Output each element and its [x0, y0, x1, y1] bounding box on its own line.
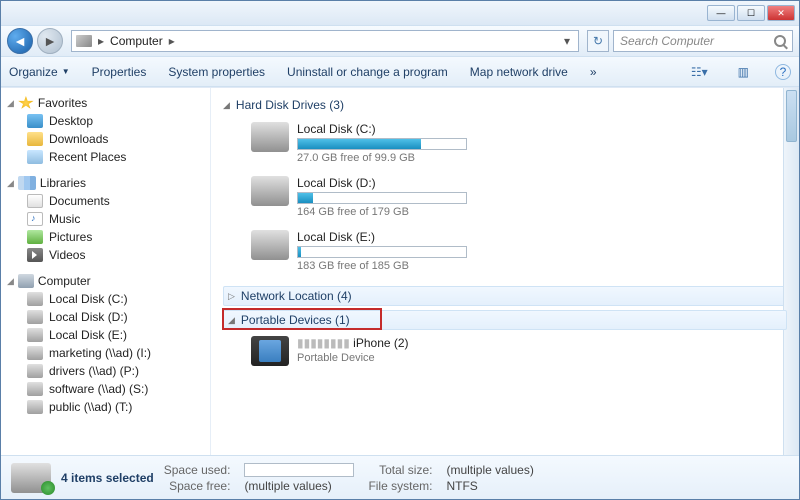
device-icon: [251, 336, 289, 366]
sidebar-item-net-p[interactable]: drivers (\\ad) (P:): [1, 362, 210, 380]
space-used-value: [244, 463, 354, 477]
sidebar-item-desktop[interactable]: Desktop: [1, 112, 210, 130]
network-disk-icon: [27, 382, 43, 396]
sidebar-item-net-t[interactable]: public (\\ad) (T:): [1, 398, 210, 416]
search-placeholder: Search Computer: [620, 34, 714, 48]
nav-pane: ◢Favorites Desktop Downloads Recent Plac…: [1, 88, 211, 455]
documents-icon: [27, 194, 43, 208]
properties-button[interactable]: Properties: [92, 65, 147, 79]
network-disk-icon: [27, 364, 43, 378]
uninstall-button[interactable]: Uninstall or change a program: [287, 65, 448, 79]
sidebar-item-disk-c[interactable]: Local Disk (C:): [1, 290, 210, 308]
videos-icon: [27, 248, 43, 262]
libraries-icon: [18, 176, 36, 190]
drive-e[interactable]: Local Disk (E:) 183 GB free of 185 GB: [251, 230, 511, 272]
sidebar-item-net-i[interactable]: marketing (\\ad) (I:): [1, 344, 210, 362]
drive-d[interactable]: Local Disk (D:) 164 GB free of 179 GB: [251, 176, 511, 218]
network-disk-icon: [27, 400, 43, 414]
map-drive-button[interactable]: Map network drive: [470, 65, 568, 79]
sidebar-item-net-s[interactable]: software (\\ad) (S:): [1, 380, 210, 398]
group-hard-disk-drives[interactable]: ◢Hard Disk Drives (3): [223, 94, 787, 116]
sidebar-item-documents[interactable]: Documents: [1, 192, 210, 210]
portable-device-iphone[interactable]: ▮▮▮▮▮▮▮▮ iPhone (2) Portable Device: [251, 336, 511, 366]
scrollbar[interactable]: [783, 88, 799, 455]
command-bar: Organize ▼ Properties System properties …: [1, 57, 799, 87]
system-properties-button[interactable]: System properties: [168, 65, 265, 79]
toolbar-overflow[interactable]: »: [590, 65, 597, 79]
view-options-button[interactable]: ☷▾: [687, 65, 712, 79]
main-pane: ◢Hard Disk Drives (3) Local Disk (C:) 27…: [211, 88, 799, 455]
group-network-location[interactable]: ▷Network Location (4): [223, 286, 787, 306]
disk-icon: [27, 310, 43, 324]
content-area: ◢Favorites Desktop Downloads Recent Plac…: [1, 87, 799, 455]
sidebar-item-recent[interactable]: Recent Places: [1, 148, 210, 166]
disk-icon: [27, 328, 43, 342]
group-portable-devices[interactable]: ◢Portable Devices (1): [223, 310, 787, 330]
details-pane: 4 items selected Space used: Total size:…: [1, 455, 799, 499]
music-icon: [27, 212, 43, 226]
space-free-value: (multiple values): [244, 479, 354, 493]
star-icon: [18, 96, 34, 110]
computer-icon: [76, 35, 92, 47]
address-dropdown[interactable]: ▾: [560, 34, 574, 48]
address-bar[interactable]: ▸ Computer ▸ ▾: [71, 30, 579, 52]
search-icon: [774, 35, 786, 47]
explorer-window: — ☐ ✕ ◄ ► ▸ Computer ▸ ▾ ↻ Search Comput…: [0, 0, 800, 500]
sidebar-item-disk-d[interactable]: Local Disk (D:): [1, 308, 210, 326]
recent-icon: [27, 150, 43, 164]
sidebar-item-downloads[interactable]: Downloads: [1, 130, 210, 148]
disk-icon: [27, 292, 43, 306]
libraries-group[interactable]: ◢Libraries: [1, 174, 210, 192]
sidebar-item-music[interactable]: Music: [1, 210, 210, 228]
selection-summary: 4 items selected: [61, 471, 154, 485]
usage-bar: [297, 138, 467, 150]
desktop-icon: [27, 114, 43, 128]
back-button[interactable]: ◄: [7, 28, 33, 54]
help-button[interactable]: ?: [775, 64, 791, 80]
forward-button[interactable]: ►: [37, 28, 63, 54]
disk-icon: [251, 122, 289, 152]
search-input[interactable]: Search Computer: [613, 30, 793, 52]
navigation-bar: ◄ ► ▸ Computer ▸ ▾ ↻ Search Computer: [1, 25, 799, 57]
usage-bar: [297, 192, 467, 204]
chevron-right-icon[interactable]: ▸: [96, 34, 106, 48]
favorites-group[interactable]: ◢Favorites: [1, 94, 210, 112]
scrollbar-thumb[interactable]: [786, 90, 797, 142]
folder-icon: [27, 132, 43, 146]
selection-icon: [11, 463, 51, 493]
breadcrumb-computer[interactable]: Computer: [106, 34, 167, 48]
filesystem-value: NTFS: [446, 479, 533, 493]
disk-icon: [251, 230, 289, 260]
disk-icon: [251, 176, 289, 206]
close-button[interactable]: ✕: [767, 5, 795, 21]
drive-c[interactable]: Local Disk (C:) 27.0 GB free of 99.9 GB: [251, 122, 511, 164]
sidebar-item-videos[interactable]: Videos: [1, 246, 210, 264]
sidebar-item-pictures[interactable]: Pictures: [1, 228, 210, 246]
total-size-value: (multiple values): [446, 463, 533, 477]
maximize-button[interactable]: ☐: [737, 5, 765, 21]
titlebar: — ☐ ✕: [1, 1, 799, 25]
chevron-right-icon[interactable]: ▸: [167, 34, 177, 48]
computer-group[interactable]: ◢Computer: [1, 272, 210, 290]
preview-pane-button[interactable]: ▥: [734, 65, 753, 79]
minimize-button[interactable]: —: [707, 5, 735, 21]
organize-menu[interactable]: Organize ▼: [9, 65, 70, 79]
sidebar-item-disk-e[interactable]: Local Disk (E:): [1, 326, 210, 344]
network-disk-icon: [27, 346, 43, 360]
computer-icon: [18, 274, 34, 288]
pictures-icon: [27, 230, 43, 244]
usage-bar: [297, 246, 467, 258]
refresh-button[interactable]: ↻: [587, 30, 609, 52]
